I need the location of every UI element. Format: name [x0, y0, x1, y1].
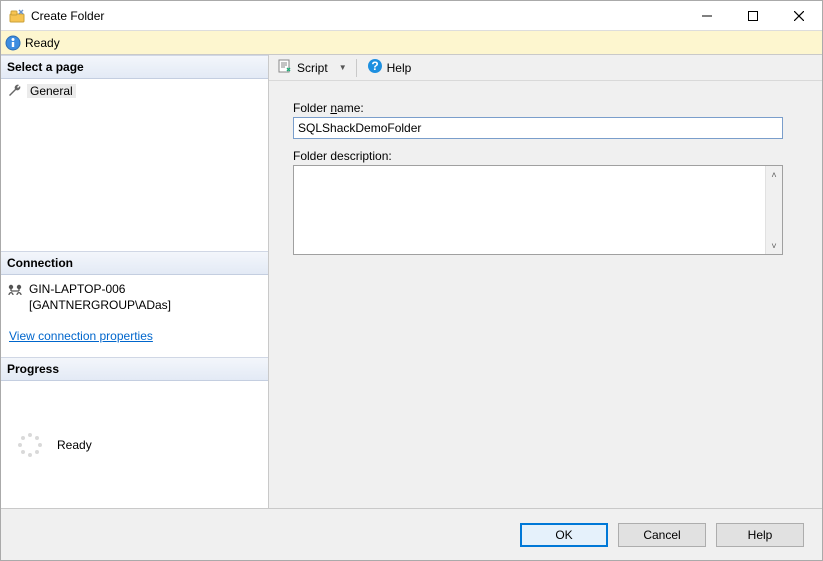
status-bar: Ready	[1, 31, 822, 55]
connection-user: [GANTNERGROUP\ADas]	[29, 297, 171, 313]
window-controls	[684, 1, 822, 30]
window-title: Create Folder	[31, 9, 684, 23]
ok-button[interactable]: OK	[520, 523, 608, 547]
view-connection-properties-link[interactable]: View connection properties	[9, 329, 153, 343]
folder-description-input[interactable]	[294, 166, 765, 254]
dialog-body: Select a page General Connection GIN-LAP…	[1, 55, 822, 508]
server-icon	[7, 282, 23, 298]
info-icon	[5, 35, 21, 51]
connection-server: GIN-LAPTOP-006	[29, 281, 171, 297]
cancel-button[interactable]: Cancel	[618, 523, 706, 547]
help-icon: ?	[367, 58, 383, 77]
help-button[interactable]: ? Help	[363, 56, 416, 79]
main-panel: Script ▼ ? Help Folder name: Folder desc…	[269, 55, 822, 508]
titlebar: Create Folder	[1, 1, 822, 31]
script-icon	[277, 58, 293, 77]
connection-text: GIN-LAPTOP-006 [GANTNERGROUP\ADas]	[29, 281, 171, 313]
help-footer-button[interactable]: Help	[716, 523, 804, 547]
status-text: Ready	[25, 36, 60, 50]
help-label: Help	[387, 61, 412, 75]
maximize-button[interactable]	[730, 1, 776, 30]
svg-text:?: ?	[371, 59, 378, 73]
progress-spinner-icon	[17, 432, 43, 458]
scroll-down-icon[interactable]: ˅	[766, 237, 783, 254]
form-area: Folder name: Folder description: ˄ ˅	[269, 81, 822, 508]
minimize-button[interactable]	[684, 1, 730, 30]
app-icon	[9, 8, 25, 24]
progress-header: Progress	[1, 357, 268, 381]
script-label: Script	[297, 61, 328, 75]
sidebar: Select a page General Connection GIN-LAP…	[1, 55, 269, 508]
folder-name-label: Folder name:	[293, 101, 798, 115]
dialog-footer: OK Cancel Help	[1, 508, 822, 560]
script-button[interactable]: Script	[273, 56, 332, 79]
sidebar-page-label: General	[27, 84, 76, 98]
connection-info: GIN-LAPTOP-006 [GANTNERGROUP\ADas]	[1, 275, 268, 319]
sidebar-page-general[interactable]: General	[1, 79, 268, 103]
dialog-window: Create Folder Ready Select a page Genera…	[0, 0, 823, 561]
progress-body: Ready	[1, 381, 268, 508]
select-page-header: Select a page	[1, 55, 268, 79]
connection-header: Connection	[1, 251, 268, 275]
main-toolbar: Script ▼ ? Help	[269, 55, 822, 81]
sidebar-spacer	[1, 103, 268, 251]
connection-link-wrap: View connection properties	[1, 319, 268, 357]
close-button[interactable]	[776, 1, 822, 30]
scroll-up-icon[interactable]: ˄	[766, 166, 783, 183]
toolbar-separator	[356, 59, 357, 77]
progress-status-text: Ready	[57, 438, 92, 452]
folder-name-input[interactable]	[293, 117, 783, 139]
description-scrollbar[interactable]: ˄ ˅	[765, 166, 782, 254]
folder-description-wrap: ˄ ˅	[293, 165, 783, 255]
folder-description-label: Folder description:	[293, 149, 798, 163]
wrench-icon	[7, 83, 23, 99]
script-dropdown[interactable]: ▼	[336, 63, 350, 72]
